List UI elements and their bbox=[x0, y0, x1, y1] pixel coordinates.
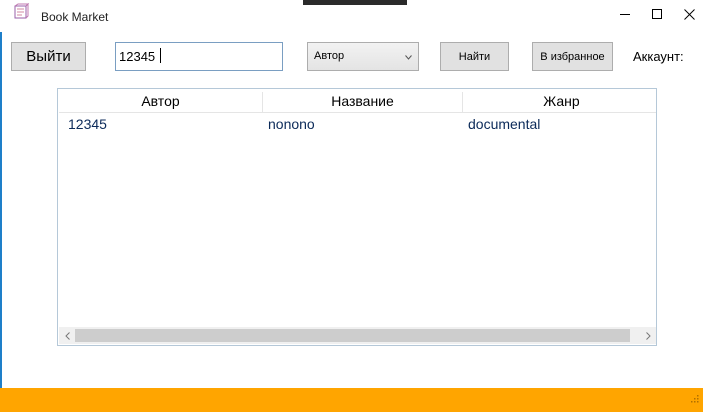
column-header-author[interactable]: Автор bbox=[59, 90, 262, 112]
window-title: Book Market bbox=[41, 10, 109, 24]
cell-title: nonono bbox=[268, 116, 315, 132]
title-bar: Book Market bbox=[0, 0, 703, 32]
cell-author: 12345 bbox=[68, 116, 107, 132]
column-header-title[interactable]: Название bbox=[263, 90, 462, 112]
resize-grip-icon[interactable] bbox=[689, 390, 699, 408]
horizontal-scrollbar[interactable] bbox=[59, 327, 656, 344]
status-bar bbox=[0, 388, 703, 412]
book-icon bbox=[12, 2, 30, 21]
account-label: Аккаунт: bbox=[633, 49, 684, 64]
title-notch bbox=[303, 0, 407, 5]
search-by-select[interactable]: Автор bbox=[307, 42, 419, 71]
scroll-right-icon[interactable] bbox=[643, 330, 653, 341]
window-border bbox=[0, 32, 2, 388]
chevron-down-icon bbox=[405, 51, 412, 63]
table-row[interactable]: 12345 nonono documental bbox=[59, 113, 656, 135]
logout-button[interactable]: Выйти bbox=[11, 42, 86, 71]
table-header: Автор Название Жанр bbox=[59, 90, 656, 113]
scroll-left-icon[interactable] bbox=[62, 330, 72, 341]
text-caret bbox=[160, 48, 161, 63]
maximize-icon[interactable] bbox=[640, 0, 674, 28]
column-header-genre[interactable]: Жанр bbox=[463, 90, 660, 112]
add-to-favorites-button[interactable]: В избранное bbox=[532, 42, 613, 71]
search-input[interactable] bbox=[115, 42, 283, 71]
find-button[interactable]: Найти bbox=[440, 42, 509, 71]
search-by-value: Автор bbox=[314, 50, 345, 62]
minimize-icon[interactable] bbox=[608, 0, 642, 28]
scrollbar-thumb[interactable] bbox=[75, 329, 630, 342]
books-table[interactable]: Автор Название Жанр 12345 nonono documen… bbox=[57, 88, 657, 346]
close-icon[interactable] bbox=[672, 0, 703, 28]
cell-genre: documental bbox=[468, 116, 541, 132]
